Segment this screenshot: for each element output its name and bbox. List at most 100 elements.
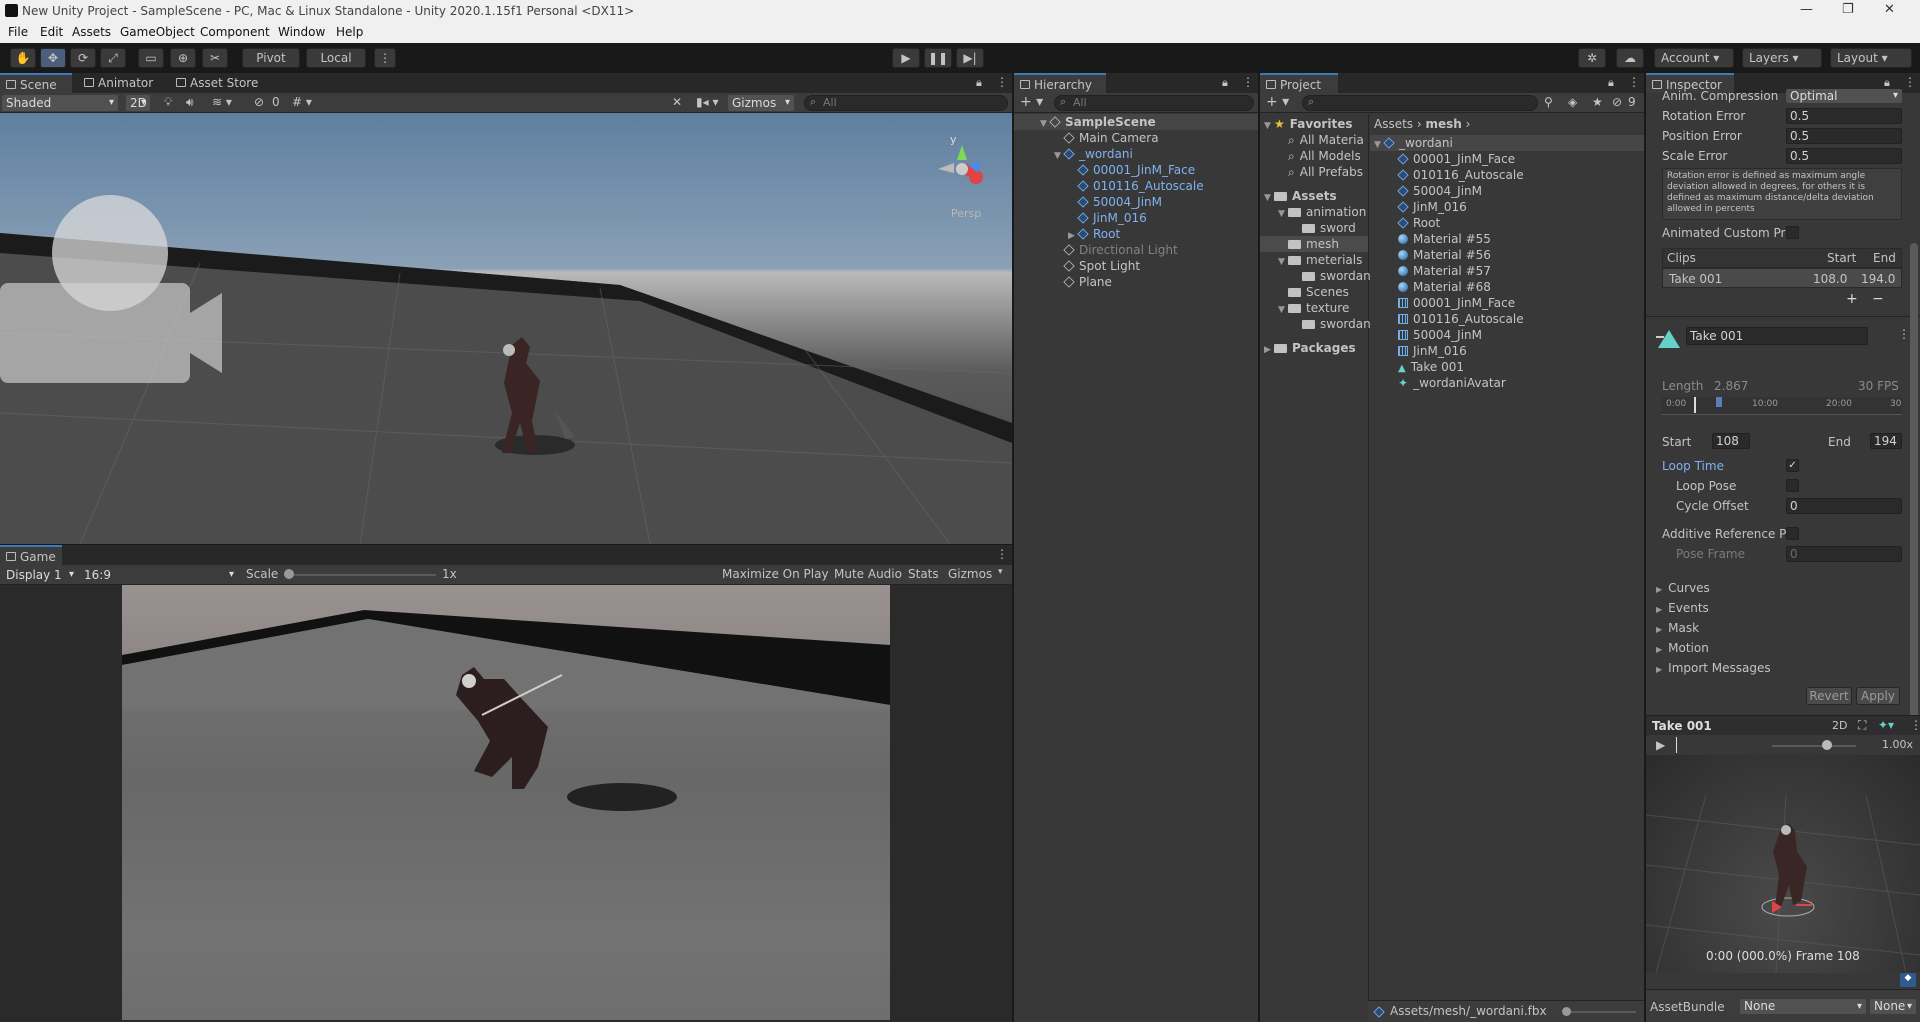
maximize-on-play-button[interactable]: Maximize On Play xyxy=(722,567,829,581)
menu-component[interactable]: Component xyxy=(200,25,270,39)
project-folder-item[interactable]: ▼ ★ Favorites xyxy=(1264,116,1352,132)
bundle-tag-icon[interactable]: ◆ xyxy=(1900,973,1916,987)
orientation-gizmo[interactable] xyxy=(938,145,983,184)
project-folder-item[interactable]: ⌕ All Models xyxy=(1278,148,1361,164)
timeline-end-marker[interactable] xyxy=(1716,397,1722,407)
hierarchy-lock-icon[interactable]: 🔒︎ xyxy=(1222,76,1228,90)
custom-tool-icon[interactable]: ✂ xyxy=(202,48,228,68)
project-folder-item[interactable]: mesh xyxy=(1278,236,1339,252)
tab-project[interactable]: Project xyxy=(1260,73,1338,93)
tab-scene[interactable]: Scene xyxy=(0,73,72,93)
hierarchy-item[interactable]: ▶ Root xyxy=(1068,226,1120,242)
folder-arrow-icon[interactable]: ▼ xyxy=(1264,190,1274,206)
project-file-item[interactable]: 50004_JinM xyxy=(1388,327,1482,343)
revert-button[interactable]: Revert xyxy=(1806,687,1852,705)
move-tool-icon[interactable]: ✥ xyxy=(40,48,66,68)
project-folder-item[interactable]: ▼ animation xyxy=(1278,204,1366,220)
menu-assets[interactable]: Assets xyxy=(72,25,111,39)
pause-icon[interactable]: ❚❚ xyxy=(924,48,952,68)
scale-error-field[interactable]: 0.5 xyxy=(1786,148,1902,164)
clip-row[interactable]: Take 001 108.0 194.0 xyxy=(1662,268,1902,288)
breadcrumb-assets[interactable]: Assets xyxy=(1374,117,1413,131)
project-folder-item[interactable]: ▼ meterials xyxy=(1278,252,1362,268)
inspector-scrollbar[interactable] xyxy=(1910,243,1918,763)
expand-arrow-icon[interactable]: ▼ xyxy=(1040,116,1050,132)
folder-arrow-icon[interactable]: ▶ xyxy=(1264,342,1274,358)
clip-name-field[interactable]: Take 001 xyxy=(1686,327,1868,345)
scene-viewport[interactable]: y Persp xyxy=(0,113,1012,544)
events-foldout[interactable]: Events xyxy=(1656,601,1709,615)
project-file-item[interactable]: Material #68 xyxy=(1388,279,1491,295)
tools-icon[interactable]: ✕ xyxy=(672,95,682,109)
hierarchy-item[interactable]: JinM_016 xyxy=(1068,210,1147,226)
scene-grid-icon[interactable]: # ▾ xyxy=(292,95,312,109)
project-lock-icon[interactable]: 🔒︎ xyxy=(1608,76,1614,90)
project-folder-item[interactable]: ⌕ All Prefabs xyxy=(1278,164,1363,180)
mode-2d-button[interactable]: 2D xyxy=(126,95,150,111)
clip-timeline[interactable]: 0:00 10:00 20:00 30 xyxy=(1662,397,1902,415)
project-file-item[interactable]: JinM_016 xyxy=(1388,199,1467,215)
folder-arrow-icon[interactable]: ▼ xyxy=(1264,118,1274,134)
lock-icon[interactable]: 🔒︎ xyxy=(976,76,982,90)
filter-type-icon[interactable]: ⚲ xyxy=(1544,95,1553,109)
mute-audio-button[interactable]: Mute Audio xyxy=(834,567,902,581)
shading-dropdown[interactable]: Shaded xyxy=(2,95,118,111)
start-field[interactable]: 108 xyxy=(1712,433,1750,449)
project-file-item[interactable]: 010116_Autoscale xyxy=(1388,311,1524,327)
position-error-field[interactable]: 0.5 xyxy=(1786,128,1902,144)
assetbundle-dropdown[interactable]: None xyxy=(1740,999,1866,1014)
cloud-icon[interactable]: ☁ xyxy=(1616,48,1644,68)
tab-animator[interactable]: Animator xyxy=(78,73,164,93)
breadcrumb-mesh[interactable]: mesh xyxy=(1426,117,1462,131)
timeline-start-marker[interactable] xyxy=(1694,397,1696,413)
persp-label[interactable]: Persp xyxy=(951,207,981,220)
minimize-icon[interactable]: — xyxy=(1800,2,1813,17)
project-folder-item[interactable]: ⌕ All Materia xyxy=(1278,132,1364,148)
pose-frame-field[interactable]: 0 xyxy=(1786,546,1902,562)
hidden-objects-icon[interactable]: ⊘ xyxy=(254,95,264,109)
scale-slider[interactable] xyxy=(288,574,436,576)
game-viewport[interactable] xyxy=(122,585,890,1020)
transform-tool-icon[interactable]: ⊕ xyxy=(170,48,196,68)
expand-arrow-icon[interactable]: ▼ xyxy=(1374,137,1384,153)
preview-play-icon[interactable]: ▶ xyxy=(1656,738,1665,752)
project-folder-item[interactable]: ▼ Assets xyxy=(1264,188,1337,204)
tab-asset-store[interactable]: Asset Store xyxy=(170,73,270,93)
preview-speed-knob[interactable] xyxy=(1822,740,1832,750)
play-icon[interactable]: ▶ xyxy=(892,48,920,68)
clip-menu-icon[interactable]: ⋮ xyxy=(1898,327,1910,341)
preview-pivot-icon[interactable]: ⛶ xyxy=(1858,718,1866,733)
hierarchy-item[interactable]: 010116_Autoscale xyxy=(1068,178,1204,194)
project-folder-item[interactable]: sword xyxy=(1292,220,1356,236)
rotate-tool-icon[interactable]: ⟳ xyxy=(70,48,96,68)
grid-snap-icon[interactable]: ⋮ xyxy=(374,48,396,68)
menu-edit[interactable]: Edit xyxy=(40,25,63,39)
lighting-icon[interactable]: 💡︎ xyxy=(164,95,172,110)
project-folder-item[interactable]: Scenes xyxy=(1278,284,1349,300)
game-more-icon[interactable]: ⋮ xyxy=(996,547,1008,561)
folder-arrow-icon[interactable]: ▼ xyxy=(1278,206,1288,222)
project-file-item[interactable]: ▲ Take 001 xyxy=(1388,359,1464,375)
preview-avatar-icon[interactable]: ✦▾ xyxy=(1878,718,1894,732)
tab-hierarchy[interactable]: Hierarchy xyxy=(1014,73,1106,93)
icon-size-knob[interactable] xyxy=(1562,1007,1571,1016)
project-file-item[interactable]: 50004_JinM xyxy=(1388,183,1482,199)
preview-more-icon[interactable]: ⋮ xyxy=(1910,718,1920,732)
project-file-item[interactable]: 00001_JinM_Face xyxy=(1388,151,1515,167)
animated-custom-checkbox[interactable] xyxy=(1786,226,1799,239)
hierarchy-item[interactable]: 50004_JinM xyxy=(1068,194,1162,210)
game-gizmos-arrow-icon[interactable]: ▾ xyxy=(998,567,1003,577)
step-icon[interactable]: ▶| xyxy=(956,48,984,68)
inspector-more-icon[interactable]: ⋮ xyxy=(1904,75,1916,89)
hierarchy-create-icon[interactable]: + ▾ xyxy=(1020,94,1043,110)
preview-viewport[interactable]: 0:00 (000.0%) Frame 108 xyxy=(1646,755,1920,973)
menu-help[interactable]: Help xyxy=(336,25,363,39)
preview-time-cursor[interactable] xyxy=(1676,737,1677,753)
game-gizmos-button[interactable]: Gizmos xyxy=(948,567,992,581)
project-folder-item[interactable]: swordan xyxy=(1292,316,1371,332)
project-file-item[interactable]: ▼ _wordani xyxy=(1374,135,1453,151)
account-dropdown[interactable]: Account ▾ xyxy=(1654,48,1734,68)
anim-compression-dropdown[interactable]: Optimal xyxy=(1786,89,1902,103)
project-file-item[interactable]: 00001_JinM_Face xyxy=(1388,295,1515,311)
menu-gameobject[interactable]: GameObject xyxy=(120,25,195,39)
